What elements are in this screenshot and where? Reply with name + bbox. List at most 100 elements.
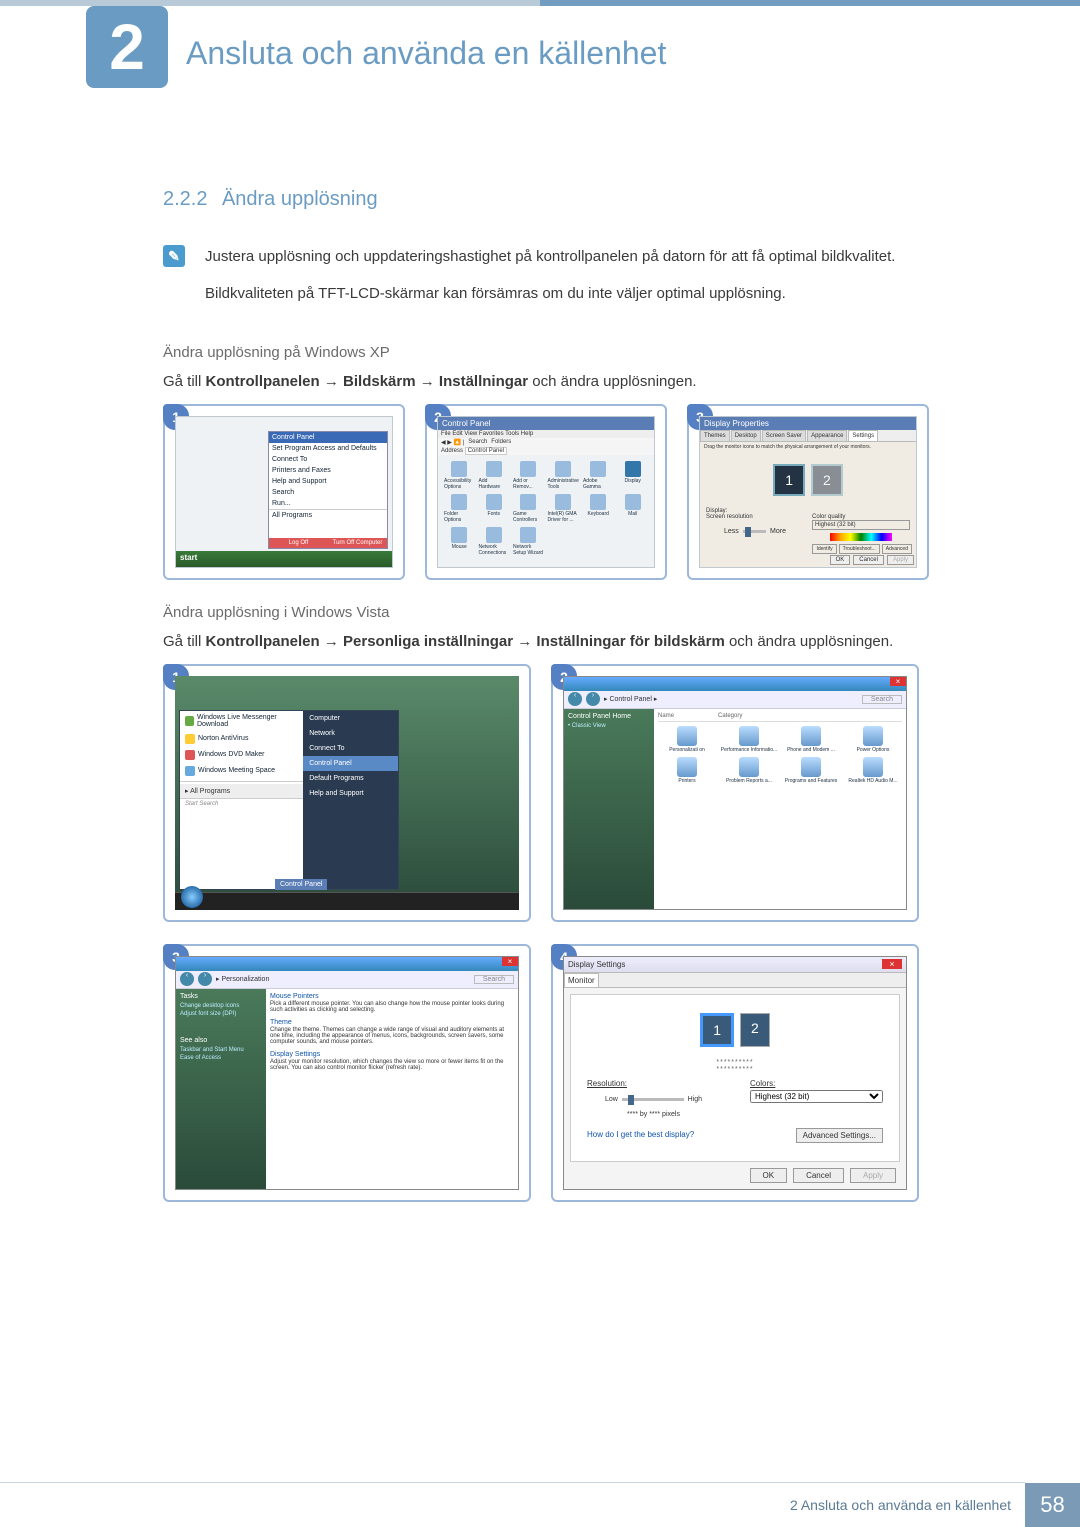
- resolution-label: Resolution:: [587, 1079, 720, 1088]
- control-panel-icons: Accessibility Options Add Hardware Add o…: [438, 455, 654, 562]
- turnoff-button: Turn Off Computer: [328, 538, 387, 548]
- control-panel-item: Control Panel: [269, 432, 387, 443]
- sidebar-link: Taskbar and Start Menu: [180, 1047, 262, 1053]
- menu-item: Printers and Faxes: [269, 465, 387, 476]
- section-body: Pick a different mouse pointer. You can …: [270, 1001, 514, 1013]
- forward-icon: ›: [586, 692, 600, 706]
- sidebar-link: Adjust font size (DPI): [180, 1011, 262, 1017]
- colors-select: Highest (32 bit): [750, 1090, 883, 1103]
- nav-prefix: Gå till: [163, 633, 206, 650]
- vista-figure-3: 3 × ‹›▸ PersonalizationSearch Tasks Chan…: [163, 944, 531, 1202]
- vista-subheading: Ändra upplösning i Windows Vista: [163, 604, 935, 621]
- menu-item: Search: [269, 487, 387, 498]
- nav-step-2: Personliga inställningar: [343, 633, 513, 650]
- nav-suffix: och ändra upplösningen.: [725, 633, 893, 650]
- apply-button: Apply: [887, 555, 914, 565]
- monitor-1: 1: [773, 464, 805, 496]
- info-paragraph-2: Bildkvaliteten på TFT-LCD-skärmar kan fö…: [205, 282, 895, 305]
- monitor-2: 2: [811, 464, 843, 496]
- monitor-layout: 1 2: [577, 1013, 893, 1047]
- page-number: 58: [1025, 1483, 1080, 1527]
- vista-figure-row-1: 1 Windows Live Messenger Download Norton…: [163, 664, 935, 922]
- right-item: Computer: [303, 711, 398, 726]
- help-link: How do I get the best display?: [587, 1130, 694, 1139]
- xp-figure-row: 1 Control Panel Set Program Access and D…: [163, 404, 935, 580]
- all-programs: All Programs: [190, 788, 230, 795]
- monitor-2: 2: [740, 1013, 770, 1047]
- ok-button: OK: [750, 1168, 788, 1183]
- dialog-buttons: OK Cancel Apply: [750, 1168, 896, 1183]
- xp-figure-2: 2 Control Panel File Edit View Favorites…: [425, 404, 667, 580]
- start-menu-screenshot: Control Panel Set Program Access and Def…: [175, 416, 393, 568]
- chapter-title: Ansluta och använda en källenhet: [186, 35, 666, 72]
- tab-monitor: Monitor: [564, 973, 599, 987]
- colors-label: Colors:: [750, 1079, 883, 1088]
- breadcrumb: Control Panel: [609, 696, 651, 703]
- taskbar: [175, 892, 519, 910]
- vista-figure-row-2: 3 × ‹›▸ PersonalizationSearch Tasks Chan…: [163, 944, 935, 1202]
- folders-label: Folders: [491, 439, 511, 446]
- arrow-icon: →: [416, 373, 439, 390]
- right-item: Help and Support: [303, 786, 398, 801]
- right-item: Connect To: [303, 741, 398, 756]
- sidebar-link: Change desktop icons: [180, 1003, 262, 1009]
- nav-step-2: Bildskärm: [343, 373, 416, 390]
- vista-control-panel-screenshot: × ‹›▸ Control Panel ▸Search Control Pane…: [563, 676, 907, 910]
- nav-prefix: Gå till: [163, 373, 206, 390]
- col-name: Name: [658, 713, 718, 719]
- nav-step-1: Kontrollpanelen: [206, 373, 320, 390]
- display-settings-link: Display Settings: [270, 1051, 514, 1058]
- start-orb: [181, 886, 203, 908]
- xp-subheading: Ändra upplösning på Windows XP: [163, 344, 935, 361]
- menu-item: Set Program Access and Defaults: [269, 443, 387, 454]
- info-paragraph-1: Justera upplösning och uppdateringshasti…: [205, 245, 895, 268]
- menu-item: Help and Support: [269, 476, 387, 487]
- all-programs: All Programs: [269, 509, 387, 521]
- mouse-pointers-link: Mouse Pointers: [270, 993, 514, 1000]
- arrow-icon: →: [513, 633, 536, 650]
- window-title: Control Panel: [438, 417, 654, 430]
- monitor-layout: 1 2: [700, 464, 916, 496]
- window-title: Display Properties: [700, 417, 916, 430]
- dialog-buttons: OK Cancel Apply: [830, 555, 914, 565]
- section-heading: 2.2.2 Ändra upplösning: [163, 188, 935, 211]
- see-also-title: See also: [180, 1037, 262, 1044]
- menu-item: Run...: [269, 498, 387, 509]
- breadcrumb: Personalization: [221, 976, 269, 983]
- nav-step-1: Kontrollpanelen: [206, 633, 320, 650]
- arrow-icon: →: [320, 373, 343, 390]
- vista-personalization-screenshot: × ‹›▸ PersonalizationSearch Tasks Change…: [175, 956, 519, 1190]
- xp-figure-1: 1 Control Panel Set Program Access and D…: [163, 404, 405, 580]
- menubar: File Edit View Favorites Tools Help: [438, 430, 654, 438]
- close-icon: ×: [882, 959, 902, 969]
- display-settings-screenshot: Display Settings × Monitor 1 2 **********…: [563, 956, 907, 1190]
- logoff-button: Log Off: [269, 538, 328, 548]
- xp-figure-3: 3 Display Properties ThemesDesktopScreen…: [687, 404, 929, 580]
- page-footer: 2 Ansluta och använda en källenhet 58: [0, 1483, 1080, 1527]
- resolution-label: Screen resolution: [706, 514, 804, 520]
- chapter-number-badge: 2: [86, 6, 168, 88]
- drag-hint: Drag the monitor icons to match the phys…: [700, 442, 916, 452]
- nav-suffix: och ändra upplösningen.: [528, 373, 696, 390]
- classic-view-link: Classic View: [572, 723, 606, 729]
- program-item: Windows Live Messenger Download: [197, 714, 298, 728]
- resolution-value: **** by **** pixels: [587, 1111, 720, 1118]
- section-body: Change the theme. Themes can change a wi…: [270, 1027, 514, 1045]
- vista-figure-1: 1 Windows Live Messenger Download Norton…: [163, 664, 531, 922]
- search-box: Search: [862, 695, 902, 704]
- window-title: Display Settings: [568, 960, 625, 969]
- color-rainbow: [830, 533, 892, 541]
- apply-button: Apply: [850, 1168, 896, 1183]
- cancel-button: Cancel: [853, 555, 884, 565]
- footer-text: 2 Ansluta och använda en källenhet: [790, 1497, 1011, 1513]
- monitor-1: 1: [700, 1013, 734, 1047]
- color-value: Highest (32 bit): [812, 520, 910, 530]
- display-properties-screenshot: Display Properties ThemesDesktopScreen S…: [699, 416, 917, 568]
- arrow-icon: →: [320, 633, 343, 650]
- program-item: Windows Meeting Space: [198, 767, 275, 774]
- vista-nav-path: Gå till Kontrollpanelen → Personliga ins…: [163, 633, 935, 650]
- identify-text: ********************: [577, 1059, 893, 1073]
- menu-item: Connect To: [269, 454, 387, 465]
- vista-figure-2: 2 × ‹›▸ Control Panel ▸Search Control Pa…: [551, 664, 919, 922]
- nav-step-3: Inställningar: [439, 373, 528, 390]
